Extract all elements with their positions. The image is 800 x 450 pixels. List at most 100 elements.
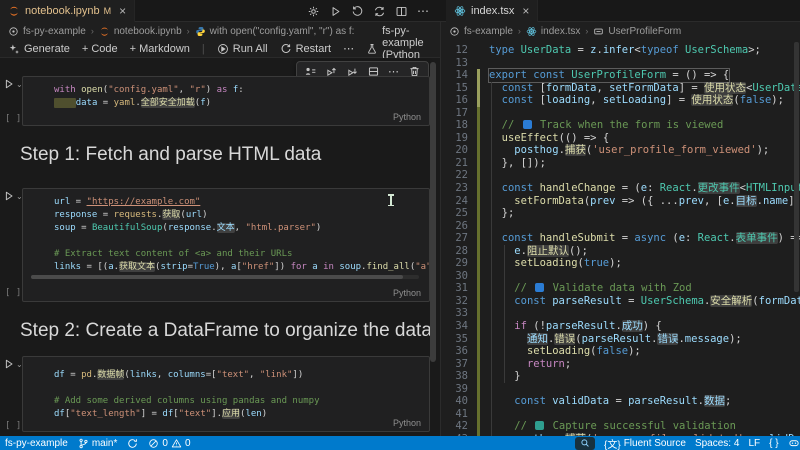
code-line[interactable]: df = pd.数据帧(links, columns=["text", "lin… xyxy=(45,369,427,382)
code-line[interactable]: 16 const [loading, setLoading] = 使用状态(fa… xyxy=(441,94,800,107)
code-line[interactable]: 17 xyxy=(441,106,800,120)
line-number[interactable]: 37 xyxy=(441,358,468,371)
breadcrumb-folder[interactable]: fs-py-example xyxy=(23,26,86,37)
code-line[interactable]: response = requests.获取(url) xyxy=(45,209,427,222)
line-number[interactable]: 24 xyxy=(441,195,468,208)
add-code-button[interactable]: + Code xyxy=(82,43,118,55)
line-number[interactable]: 12 xyxy=(441,44,468,57)
vertical-scrollbar[interactable] xyxy=(430,62,436,362)
code-line[interactable]: with open("config.yaml", "r") as f: xyxy=(45,84,427,97)
code-line[interactable]: # Add some derived columns using pandas … xyxy=(45,395,427,408)
cell-code[interactable]: url = "https://example.com" response = re… xyxy=(45,196,429,274)
cell-code[interactable]: with open("config.yaml", "r") as f: data… xyxy=(45,84,427,110)
line-number[interactable]: 25 xyxy=(441,207,468,220)
code-line[interactable]: df["text_length"] = df["text"].应用(len) xyxy=(45,408,427,421)
split-editor-icon[interactable] xyxy=(395,5,408,18)
line-number[interactable]: 26 xyxy=(441,220,468,233)
close-icon[interactable]: × xyxy=(119,4,126,18)
run-all-button[interactable]: Run All xyxy=(217,43,268,55)
code-line[interactable]: 29 setLoading(true); xyxy=(441,257,800,270)
line-number[interactable]: 41 xyxy=(441,408,468,421)
code-line[interactable]: 35 通知.错误(parseResult.错误.message); xyxy=(441,332,800,346)
breadcrumb-folder[interactable]: fs-example xyxy=(464,26,513,37)
sync-icon[interactable] xyxy=(127,438,138,449)
workspace-indicator[interactable]: fs-py-example xyxy=(5,438,68,449)
line-number[interactable]: 29 xyxy=(441,257,468,270)
breadcrumb-file[interactable]: index.tsx xyxy=(541,26,580,37)
cell-code[interactable]: df = pd.数据帧(links, columns=["text", "lin… xyxy=(45,369,427,421)
line-number[interactable]: 21 xyxy=(441,157,468,170)
breadcrumb-symbol[interactable]: with open("config.yaml", "r") as f: xyxy=(210,26,355,37)
code-line[interactable]: 25 }; xyxy=(441,207,800,220)
code-line[interactable]: 27 const handleSubmit = async (e: React.… xyxy=(441,232,800,245)
code-line[interactable]: url = "https://example.com" xyxy=(45,196,427,209)
code-line[interactable]: 40 const validData = parseResult.数据; xyxy=(441,395,800,408)
line-number[interactable]: 19 xyxy=(441,132,468,145)
cell-language-label[interactable]: Python xyxy=(393,112,421,122)
line-number[interactable]: 33 xyxy=(441,307,468,320)
tab-index-tsx[interactable]: index.tsx × xyxy=(446,0,539,22)
breadcrumb-file[interactable]: notebook.ipynb xyxy=(114,26,182,37)
indentation-item[interactable]: Spaces: 4 xyxy=(695,438,739,449)
code-line[interactable]: 39 xyxy=(441,382,800,396)
line-number[interactable]: 42 xyxy=(441,420,468,433)
line-number[interactable]: 32 xyxy=(441,295,468,308)
code-line[interactable]: 32 const parseResult = UserSchema.安全解析(f… xyxy=(441,294,800,308)
more-actions-icon[interactable]: ⋯ xyxy=(343,42,354,55)
line-number[interactable]: 13 xyxy=(441,57,468,70)
code-cell[interactable]: url = "https://example.com" response = re… xyxy=(22,188,430,302)
code-editor[interactable]: 12 type UserData = z.infer<typeof UserSch… xyxy=(440,40,800,436)
run-cell-button[interactable]: ⌄ xyxy=(3,78,23,90)
code-line[interactable]: 24 setFormData(prev => ({ ...prev, [e.目标… xyxy=(441,194,800,208)
code-line[interactable]: links = [(a.获取文本(strip=True), a["href"])… xyxy=(45,261,429,274)
markdown-heading[interactable]: Step 2: Create a DataFrame to organize t… xyxy=(20,320,432,342)
line-number[interactable]: 23 xyxy=(441,182,468,195)
kernel-sync-icon[interactable] xyxy=(373,5,386,18)
line-number[interactable]: 40 xyxy=(441,395,468,408)
code-line[interactable]: 13 xyxy=(441,57,800,70)
line-number[interactable]: 39 xyxy=(441,383,468,396)
fluent-source-item[interactable]: {文} Fluent Source xyxy=(604,436,686,450)
code-line[interactable]: soup = BeautifulSoup(response.文本, "html.… xyxy=(45,222,427,235)
code-cell[interactable]: with open("config.yaml", "r") as f: data… xyxy=(22,76,430,126)
line-number[interactable]: 20 xyxy=(441,144,468,157)
breadcrumb-symbol[interactable]: UserProfileForm xyxy=(608,26,681,37)
more-actions-icon[interactable]: ⋯ xyxy=(417,4,430,18)
code-line[interactable]: 33 xyxy=(441,307,800,321)
code-line[interactable]: 30 xyxy=(441,269,800,283)
code-line[interactable]: 22 xyxy=(441,169,800,183)
code-line[interactable]: 41 xyxy=(441,407,800,421)
code-line[interactable]: 37 return; xyxy=(441,357,800,371)
close-icon[interactable]: × xyxy=(522,4,529,18)
line-number[interactable]: 31 xyxy=(441,282,468,295)
line-number[interactable]: 34 xyxy=(441,320,468,333)
code-line[interactable]: 28 e.阻止默认(); xyxy=(441,244,800,258)
code-line[interactable]: 23 const handleChange = (e: React.更改事件<H… xyxy=(441,182,800,195)
run-icon[interactable] xyxy=(329,5,342,18)
code-line[interactable]: 26 xyxy=(441,219,800,233)
restart-history-icon[interactable] xyxy=(351,5,364,18)
code-line[interactable]: 38 } xyxy=(441,370,800,383)
code-line[interactable]: 31 // Validate data with Zod xyxy=(441,282,800,295)
line-number[interactable]: 36 xyxy=(441,345,468,358)
generate-button[interactable]: Generate xyxy=(8,43,70,55)
line-number[interactable]: 27 xyxy=(441,232,468,245)
git-branch-item[interactable]: main* xyxy=(78,438,117,449)
code-line[interactable]: 14 export const UserProfileForm = () => { xyxy=(441,68,800,83)
restart-button[interactable]: Restart xyxy=(280,43,331,55)
markdown-heading[interactable]: Step 1: Fetch and parse HTML data xyxy=(20,144,321,166)
code-line[interactable]: 15 const [formData, setFormData] = 使用状态<… xyxy=(441,81,800,95)
line-number[interactable]: 30 xyxy=(441,270,468,283)
line-number[interactable]: 38 xyxy=(441,370,468,383)
code-line[interactable]: 36 setLoading(false); xyxy=(441,345,800,358)
run-cell-button[interactable]: ⌄ xyxy=(3,190,23,202)
line-number[interactable]: 22 xyxy=(441,169,468,182)
cell-language-label[interactable]: Python xyxy=(393,418,421,428)
line-number[interactable]: 35 xyxy=(441,333,468,346)
line-number[interactable]: 15 xyxy=(441,82,468,95)
code-line[interactable]: 42 // Capture successful validation xyxy=(441,420,800,433)
problems-item[interactable]: 0 0 xyxy=(148,438,191,449)
eol-item[interactable]: LF xyxy=(748,438,760,449)
code-line[interactable]: 19 useEffect(() => { xyxy=(441,131,800,145)
code-line[interactable]: 12 type UserData = z.infer<typeof UserSch… xyxy=(441,44,800,57)
